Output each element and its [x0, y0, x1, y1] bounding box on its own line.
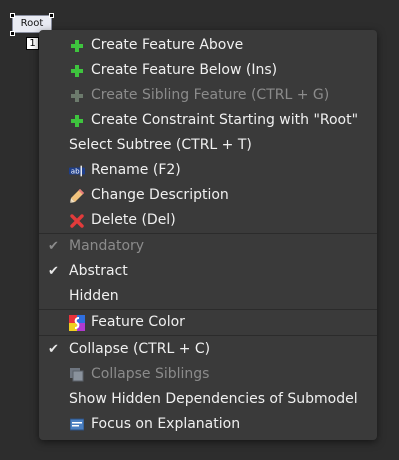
menu-item-label: Select Subtree (CTRL + T) — [69, 137, 252, 153]
menu-item-delete[interactable]: Delete (Del) — [39, 208, 377, 233]
menu-item-label: Collapse (CTRL + C) — [69, 341, 211, 357]
menu-item-create-constraint[interactable]: Create Constraint Starting with "Root" — [39, 108, 377, 133]
collapse-siblings-icon — [69, 362, 85, 387]
delete-x-icon — [69, 208, 85, 233]
plus-icon — [69, 33, 85, 58]
checkmark-icon: ✔ — [48, 264, 59, 279]
menu-item-label: Change Description — [91, 187, 229, 203]
menu-item-label: Rename (F2) — [91, 162, 181, 178]
menu-item-collapse-siblings[interactable]: Collapse Siblings — [39, 362, 377, 387]
menu-item-label: Show Hidden Dependencies of Submodel — [69, 391, 358, 407]
plus-icon — [69, 108, 85, 133]
selection-handle-top-right[interactable] — [49, 13, 54, 18]
menu-item-label: Hidden — [69, 288, 119, 304]
menu-item-label: Mandatory — [69, 238, 145, 254]
checkmark-icon: ✔ — [48, 342, 59, 357]
checkmark-icon: ✔ — [48, 239, 59, 254]
menu-item-label: Create Sibling Feature (CTRL + G) — [91, 87, 330, 103]
selection-handle-bottom-left[interactable] — [10, 31, 15, 36]
pencil-icon — [69, 183, 85, 208]
menu-item-label: Feature Color — [91, 314, 185, 330]
menu-separator — [39, 335, 377, 336]
menu-item-hidden[interactable]: Hidden — [39, 284, 377, 309]
menu-item-label: Collapse Siblings — [91, 366, 210, 382]
menu-item-mandatory[interactable]: ✔ Mandatory — [39, 234, 377, 259]
menu-item-create-sibling-feature[interactable]: Create Sibling Feature (CTRL + G) — [39, 83, 377, 108]
context-menu: Create Feature Above Create Feature Belo… — [39, 30, 377, 440]
menu-item-feature-color[interactable]: Feature Color — [39, 310, 377, 335]
menu-item-change-description[interactable]: Change Description — [39, 183, 377, 208]
menu-item-abstract[interactable]: ✔ Abstract — [39, 259, 377, 284]
menu-item-collapse[interactable]: ✔ Collapse (CTRL + C) — [39, 337, 377, 362]
menu-item-label: Focus on Explanation — [91, 416, 241, 432]
menu-item-select-subtree[interactable]: Select Subtree (CTRL + T) — [39, 133, 377, 158]
menu-item-label: Create Feature Below (Ins) — [91, 62, 278, 78]
collapsed-children-count[interactable]: 1 — [26, 37, 39, 50]
root-feature-label: Root — [20, 18, 44, 29]
menu-item-focus-on-explanation[interactable]: Focus on Explanation — [39, 412, 377, 437]
menu-item-create-feature-below[interactable]: Create Feature Below (Ins) — [39, 58, 377, 83]
menu-item-label: Delete (Del) — [91, 212, 176, 228]
selection-handle-top-left[interactable] — [10, 13, 15, 18]
plus-icon — [69, 83, 85, 108]
svg-text:ab: ab — [71, 166, 80, 175]
menu-item-create-feature-above[interactable]: Create Feature Above — [39, 33, 377, 58]
menu-item-label: Abstract — [69, 263, 128, 279]
rename-icon: ab — [69, 158, 85, 183]
color-palette-icon — [69, 310, 85, 335]
menu-item-rename[interactable]: ab Rename (F2) — [39, 158, 377, 183]
menu-item-label: Create Feature Above — [91, 37, 244, 53]
menu-item-label: Create Constraint Starting with "Root" — [91, 112, 359, 128]
menu-item-show-hidden-dependencies[interactable]: Show Hidden Dependencies of Submodel — [39, 387, 377, 412]
explanation-icon — [69, 412, 85, 437]
plus-icon — [69, 58, 85, 83]
